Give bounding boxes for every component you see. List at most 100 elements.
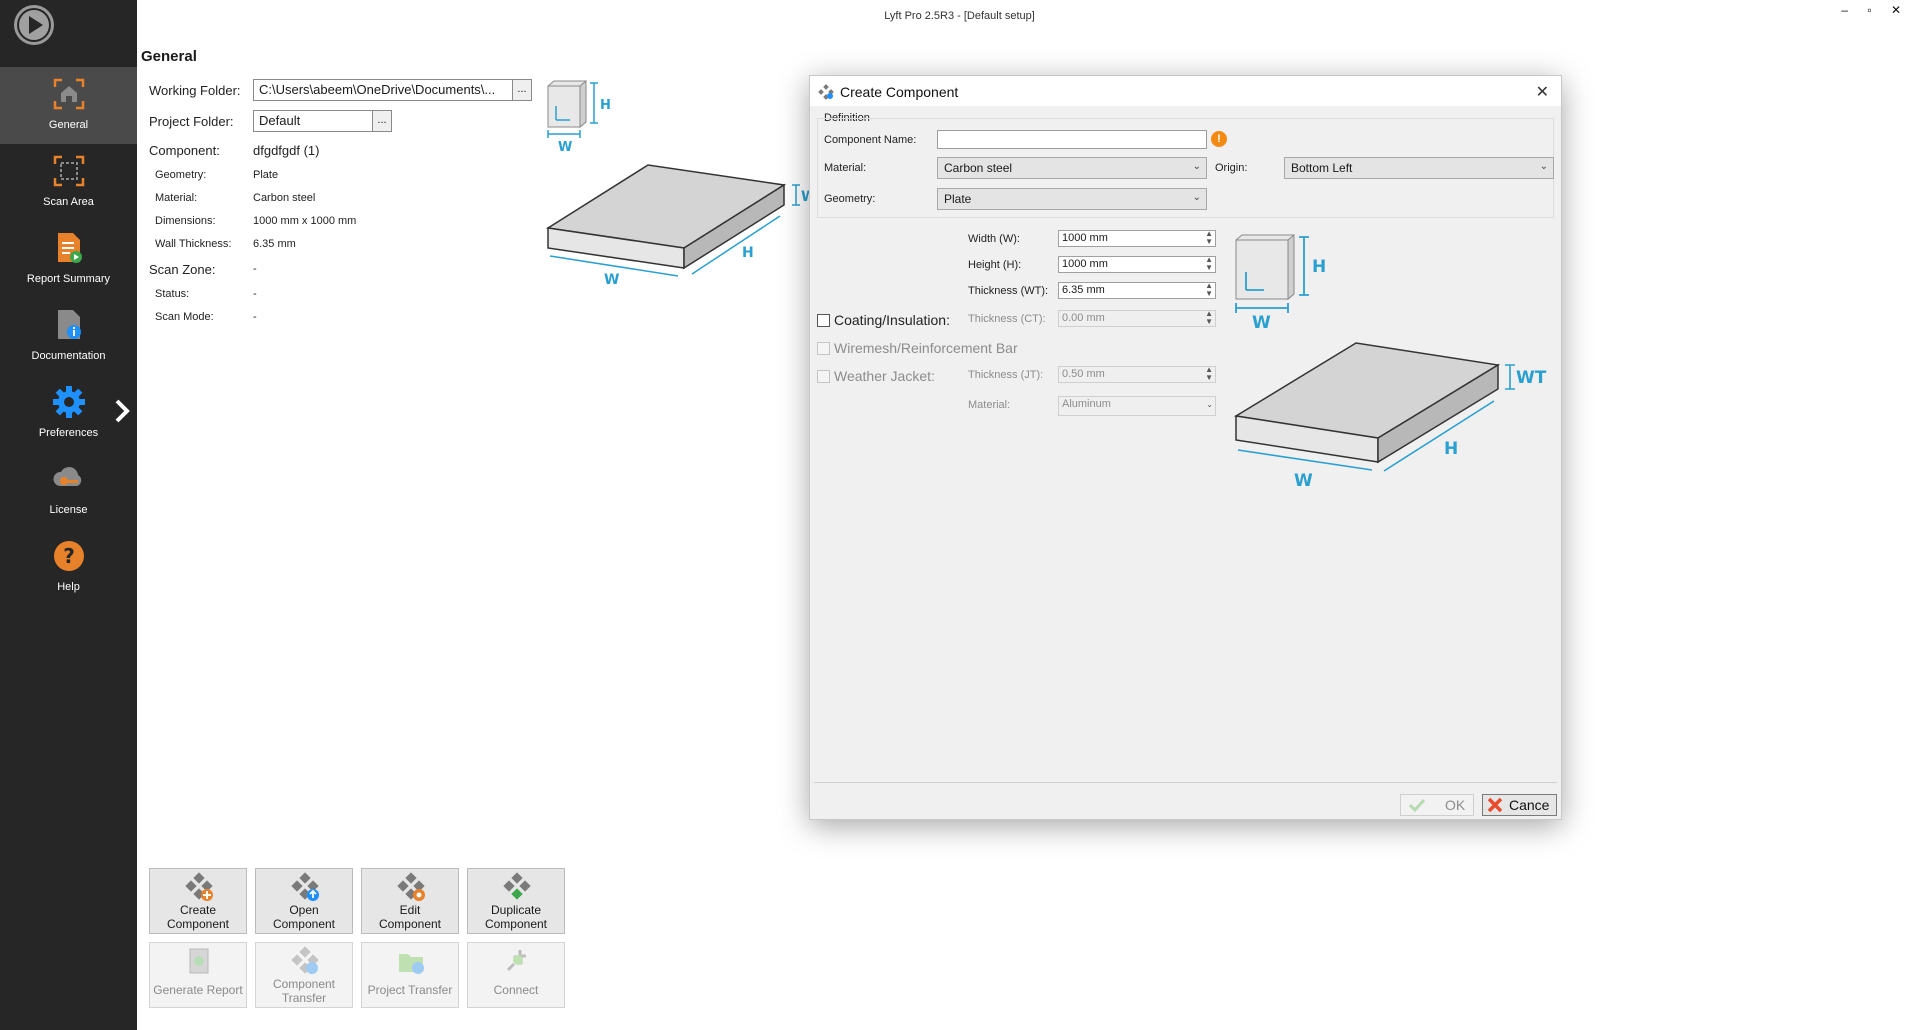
jacket-thickness-label: Thickness (JT): <box>968 369 1044 381</box>
window-title: Lyft Pro 2.5R3 - [Default setup] <box>884 10 1035 22</box>
window-controls[interactable]: – ▫ ✕ <box>1841 3 1909 17</box>
sidebar-item-documentation[interactable]: Documentation <box>0 298 137 375</box>
gear-icon <box>52 385 86 419</box>
chevron-right-icon[interactable] <box>113 398 133 427</box>
spinner-arrows-icon[interactable]: ▲ ▼ <box>1205 256 1213 272</box>
cancel-button[interactable]: Cance <box>1482 794 1557 816</box>
working-folder-input[interactable]: C:\Users\abeem\OneDrive\Documents\... <box>253 79 513 101</box>
spinner-arrows-icon[interactable]: ▲ ▼ <box>1205 310 1213 326</box>
sidebar-item-scan-area[interactable]: Scan Area <box>0 144 137 221</box>
create-component-icon <box>184 872 214 902</box>
sidebar-item-label: License <box>49 504 88 516</box>
sidebar-item-label: General <box>48 119 89 131</box>
scan-mode-value: - <box>253 311 257 323</box>
component-transfer-button[interactable]: Component Transfer <box>255 942 353 1008</box>
geometry-select[interactable]: Plate ⌄ <box>937 188 1207 210</box>
open-component-button[interactable]: Open Component <box>255 868 353 934</box>
sidebar-item-report-summary[interactable]: Report Summary <box>0 221 137 298</box>
thickness-value: 6.35 mm <box>1062 284 1105 296</box>
geometry-select-value: Plate <box>944 192 972 206</box>
edit-component-label-1: Edit <box>399 903 421 917</box>
spinner-arrows-icon[interactable]: ▲ ▼ <box>1205 230 1213 246</box>
sidebar-item-label: Report Summary <box>26 273 111 285</box>
cancel-label: Cance <box>1509 797 1550 813</box>
close-window-button[interactable]: ✕ <box>1891 3 1909 17</box>
jacket-material-select[interactable]: Aluminum ⌄ <box>1058 396 1216 416</box>
wiremesh-checkbox[interactable] <box>817 342 830 355</box>
spinner-arrows-icon[interactable]: ▲ ▼ <box>1205 282 1213 298</box>
create-component-button[interactable]: Create Component <box>149 868 247 934</box>
dialog-origin-diagram: H W <box>1235 233 1326 332</box>
height-label: Height (H): <box>968 259 1022 271</box>
sidebar-item-help[interactable]: ? Help <box>0 529 137 606</box>
weather-jacket-checkbox[interactable] <box>817 370 830 383</box>
thickness-input[interactable]: 6.35 mm ▲ ▼ <box>1058 282 1216 299</box>
width-value: 1000 mm <box>1062 232 1108 244</box>
play-icon[interactable] <box>14 5 54 45</box>
checkmark-icon <box>1407 795 1427 820</box>
cancel-x-icon <box>1487 797 1503 815</box>
coating-label: Coating/Insulation: <box>834 312 950 328</box>
create-component-label-2: Component <box>166 917 230 931</box>
jacket-thickness-value: 0.50 mm <box>1062 368 1105 380</box>
working-folder-browse-button[interactable]: ... <box>512 79 532 101</box>
coating-checkbox[interactable] <box>817 314 830 327</box>
dialog-header: Create Component ✕ <box>810 76 1561 106</box>
generate-report-button[interactable]: Generate Report <box>149 942 247 1008</box>
connect-button[interactable]: Connect <box>467 942 565 1008</box>
width-input[interactable]: 1000 mm ▲ ▼ <box>1058 230 1216 247</box>
sidebar-item-general[interactable]: General <box>0 67 137 144</box>
project-folder-browse-button[interactable]: ... <box>372 110 392 132</box>
dialog-close-button[interactable]: ✕ <box>1536 82 1549 102</box>
duplicate-component-label-1: Duplicate <box>490 903 542 917</box>
open-component-label-2: Component <box>272 917 336 931</box>
thickness-label: Thickness (WT): <box>968 285 1049 297</box>
component-name-input[interactable] <box>937 130 1207 149</box>
ok-button[interactable]: OK <box>1400 794 1474 816</box>
dialog-plate-wt-label: WT <box>1516 368 1547 388</box>
sidebar-item-license[interactable]: License <box>0 452 137 529</box>
warning-icon: ! <box>1211 131 1227 147</box>
sidebar-item-label: Scan Area <box>43 196 94 208</box>
material-select-value: Carbon steel <box>944 161 1013 175</box>
chevron-down-icon: ⌄ <box>1539 161 1548 172</box>
project-folder-input[interactable]: Default <box>253 110 373 132</box>
edit-component-button[interactable]: Edit Component <box>361 868 459 934</box>
open-component-icon <box>290 872 320 902</box>
wiremesh-label: Wiremesh/Reinforcement Bar <box>834 340 1018 356</box>
diagram-h-label: H <box>600 98 611 113</box>
page-title: General <box>141 48 197 65</box>
dialog-plate-h-label: H <box>1444 439 1458 459</box>
spinner-arrows-icon[interactable]: ▲ ▼ <box>1205 366 1213 382</box>
wall-thickness-label: Wall Thickness: <box>155 238 232 250</box>
duplicate-component-button[interactable]: Duplicate Component <box>467 868 565 934</box>
scan-mode-label: Scan Mode: <box>155 311 214 323</box>
maximize-button[interactable]: ▫ <box>1867 3 1879 17</box>
scan-zone-value: - <box>253 263 257 275</box>
project-transfer-button[interactable]: Project Transfer <box>361 942 459 1008</box>
origin-select[interactable]: Bottom Left ⌄ <box>1284 157 1554 179</box>
plate-wt-label: W <box>801 189 809 205</box>
component-icon <box>818 84 834 103</box>
height-input[interactable]: 1000 mm ▲ ▼ <box>1058 256 1216 273</box>
component-transfer-icon <box>290 946 320 976</box>
origin-diagram: H W <box>547 79 611 155</box>
minimize-button[interactable]: – <box>1841 3 1856 17</box>
plug-icon <box>502 946 532 976</box>
sidebar: General Scan Area Report Summary Documen… <box>0 0 137 1030</box>
plate-diagram: W H W <box>545 164 809 288</box>
component-value: dfgdfgdf (1) <box>253 143 320 158</box>
material-select[interactable]: Carbon steel ⌄ <box>937 157 1207 179</box>
geometry-label: Geometry: <box>155 169 207 181</box>
coating-thickness-input[interactable]: 0.00 mm ▲ ▼ <box>1058 310 1216 327</box>
chevron-down-icon: ⌄ <box>1192 192 1201 203</box>
dimensions-label: Dimensions: <box>155 215 216 227</box>
edit-component-icon <box>396 872 426 902</box>
help-icon: ? <box>52 539 86 573</box>
jacket-thickness-input[interactable]: 0.50 mm ▲ ▼ <box>1058 366 1216 383</box>
origin-label: Origin: <box>1215 162 1248 174</box>
plate-w-label: W <box>604 272 619 288</box>
width-label: Width (W): <box>968 233 1020 245</box>
dialog-diagram-h-label: H <box>1312 257 1326 277</box>
component-transfer-label-2: Transfer <box>281 991 327 1005</box>
